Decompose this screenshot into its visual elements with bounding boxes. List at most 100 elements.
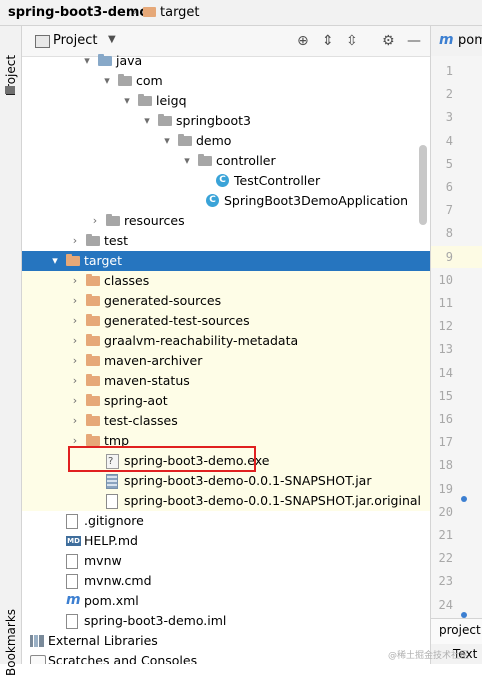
tree-item-label: springboot3: [176, 113, 251, 128]
maven-icon: m: [439, 32, 454, 48]
tree-row[interactable]: › generated-test-sources: [22, 311, 430, 331]
tree-item-label: classes: [104, 273, 150, 288]
tree-row[interactable]: ▾ springboot3: [22, 111, 430, 131]
chevron-down-icon[interactable]: ▾: [180, 151, 194, 171]
tree-item-label: pom.xml: [84, 593, 139, 608]
chevron-right-icon[interactable]: ›: [68, 411, 82, 431]
chevron-down-icon[interactable]: ▾: [48, 251, 62, 271]
tree-row[interactable]: › External Libraries: [22, 631, 430, 651]
line-number: 10: [438, 272, 453, 287]
breadcrumb-project[interactable]: spring-boot3-demo: [8, 5, 148, 20]
resources-folder-icon: [106, 214, 120, 226]
file-icon: [66, 554, 78, 569]
tree-row[interactable]: ▾ controller: [22, 151, 430, 171]
tree-row[interactable]: m pom.xml: [22, 591, 430, 611]
line-number: 4: [445, 133, 453, 148]
tree-row[interactable]: ▾ leigq: [22, 91, 430, 111]
bookmarks-tool-tab[interactable]: Bookmarks: [0, 606, 21, 676]
tree-row[interactable]: › test: [22, 231, 430, 251]
tree-row[interactable]: spring-boot3-demo.iml: [22, 611, 430, 631]
tree-row[interactable]: › spring-aot: [22, 391, 430, 411]
folder-icon: [86, 354, 100, 366]
chevron-down-icon[interactable]: ▼: [108, 34, 116, 45]
folder-icon: [98, 54, 112, 66]
chevron-right-icon[interactable]: ›: [68, 351, 82, 371]
chevron-right-icon[interactable]: ›: [68, 391, 82, 411]
chevron-right-icon[interactable]: ›: [68, 291, 82, 311]
watermark: @稀土掘金技术社区: [388, 651, 470, 661]
chevron-down-icon[interactable]: ▾: [160, 131, 174, 151]
chevron-right-icon[interactable]: ›: [68, 231, 82, 251]
tree-item-label: spring-boot3-demo-0.0.1-SNAPSHOT.jar: [124, 473, 372, 488]
tree-row[interactable]: MD HELP.md: [22, 531, 430, 551]
override-marker-icon[interactable]: [461, 496, 467, 502]
file-icon: [66, 514, 78, 529]
folder-icon: [86, 234, 100, 246]
tree-item-label: spring-boot3-demo-0.0.1-SNAPSHOT.jar.ori…: [124, 493, 422, 508]
line-number: 23: [438, 574, 453, 589]
breadcrumb-target[interactable]: target: [160, 5, 200, 20]
tree-row[interactable]: ▾ com: [22, 71, 430, 91]
tree-row[interactable]: spring-boot3-demo-0.0.1-SNAPSHOT.jar: [22, 471, 430, 491]
tree-item-label: demo: [196, 133, 232, 148]
class-icon: C: [206, 194, 219, 207]
chevron-down-icon[interactable]: ▾: [100, 71, 114, 91]
chevron-right-icon[interactable]: ›: [68, 271, 82, 291]
tree-row[interactable]: › graalvm-reachability-metadata: [22, 331, 430, 351]
folder-icon: [198, 154, 212, 166]
editor-tab[interactable]: m pom: [431, 26, 482, 57]
tree-scrollbar[interactable]: [419, 145, 427, 225]
line-number: 20: [438, 504, 453, 519]
tree-row[interactable]: C SpringBoot3DemoApplication: [22, 191, 430, 211]
tree-row[interactable]: › maven-status: [22, 371, 430, 391]
folder-icon: [143, 7, 156, 17]
panel-title[interactable]: Project: [53, 33, 97, 48]
folder-icon: [5, 86, 15, 94]
tree-row[interactable]: ▾ java: [22, 51, 430, 71]
tree-row[interactable]: › resources: [22, 211, 430, 231]
tree-row[interactable]: mvnw: [22, 551, 430, 571]
minus-icon[interactable]: —: [407, 33, 421, 49]
editor-pane: m pom 1 2 3 4 5 6 7 8 9 10 11 12 13 14 15 16 17 18 19 20 21 2…: [430, 26, 482, 664]
crosshair-icon[interactable]: ⊕: [297, 33, 309, 49]
chevron-right-icon[interactable]: ›: [88, 211, 102, 231]
gear-icon[interactable]: ⚙: [382, 33, 395, 49]
folder-icon: [86, 414, 100, 426]
editor-breadcrumb[interactable]: project: [439, 623, 481, 637]
chevron-right-icon[interactable]: ›: [22, 631, 26, 651]
chevron-right-icon[interactable]: ›: [68, 371, 82, 391]
line-number: 22: [438, 551, 453, 566]
collapse-all-icon[interactable]: ⇳: [346, 33, 358, 49]
chevron-down-icon[interactable]: ▾: [140, 111, 154, 131]
tree-row[interactable]: C TestController: [22, 171, 430, 191]
folder-icon: [86, 434, 100, 446]
tree-row[interactable]: .gitignore: [22, 511, 430, 531]
line-number: 13: [438, 342, 453, 357]
chevron-down-icon[interactable]: ▾: [120, 91, 134, 111]
chevron-right-icon[interactable]: ›: [68, 311, 82, 331]
tree-row[interactable]: › generated-sources: [22, 291, 430, 311]
tree-row[interactable]: ▾ target: [22, 251, 430, 271]
tree-item-label: test-classes: [104, 413, 178, 428]
tree-item-label: leigq: [156, 93, 187, 108]
expand-all-icon[interactable]: ⇕: [322, 33, 334, 49]
tree-row[interactable]: › classes: [22, 271, 430, 291]
folder-icon: [86, 334, 100, 346]
tree-row[interactable]: › Scratches and Consoles: [22, 651, 430, 664]
project-tree: ▾ java ▾ com ▾ leigq ▾ springboot3 ▾ demo ▾ control…: [22, 51, 430, 664]
tree-item-label: .gitignore: [84, 513, 144, 528]
tree-row[interactable]: ▾ demo: [22, 131, 430, 151]
tree-row[interactable]: › test-classes: [22, 411, 430, 431]
tree-row[interactable]: › maven-archiver: [22, 351, 430, 371]
jar-icon: [106, 474, 118, 489]
tree-item-label: maven-archiver: [104, 353, 203, 368]
chevron-right-icon[interactable]: ›: [68, 331, 82, 351]
tree-row[interactable]: mvnw.cmd: [22, 571, 430, 591]
line-number: 15: [438, 388, 453, 403]
tree-item-label: com: [136, 73, 163, 88]
tree-row[interactable]: spring-boot3-demo-0.0.1-SNAPSHOT.jar.ori…: [22, 491, 430, 511]
chevron-right-icon[interactable]: ›: [22, 651, 26, 664]
chevron-down-icon[interactable]: ▾: [80, 51, 94, 71]
line-number: 18: [438, 458, 453, 473]
maven-icon: m: [66, 592, 81, 608]
